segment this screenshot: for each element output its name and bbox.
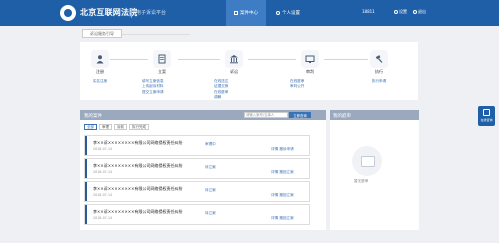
case-search-button[interactable]: 立即查询 — [289, 112, 311, 118]
settings-label: 设置 — [399, 9, 407, 14]
tab-personal-settings[interactable]: 个人设置 — [268, 0, 308, 26]
case-row[interactable]: 李××诉××××××××有限公司网络侵权责任纠纷 2018-07-14 待立案 … — [84, 181, 310, 202]
case-title[interactable]: 李××诉××××××××有限公司网络侵权责任纠纷 — [93, 209, 183, 215]
tab-personal-settings-label: 个人设置 — [282, 11, 300, 16]
step-title: 审判 — [306, 69, 314, 74]
guide-divider — [122, 33, 190, 35]
online-consult-button[interactable]: 在线咨询 — [478, 106, 495, 126]
litigation-flow: 注册 实名注册 立案 填写立案信息 上传起诉材料 提交立案申请 诉讼 在线送达 … — [80, 42, 418, 100]
case-row[interactable]: 李××诉××××××××有限公司网络侵权责任纠纷 2018-07-14 审理中 … — [84, 135, 310, 156]
step-trial[interactable]: 审判 在线庭审 审判公开 — [290, 50, 330, 90]
execution-icon — [370, 50, 388, 68]
account-name[interactable]: 18811 — [362, 9, 375, 14]
gear-icon — [394, 10, 398, 14]
consult-icon — [483, 109, 490, 116]
case-actions[interactable]: 详情 撤回立案 — [271, 193, 294, 198]
my-cases-panel: 我的案件 请输入案号/当事人 立即查询 全部 审理 诉前 执行完成 李××诉××… — [80, 110, 326, 230]
step-desc: 实名注册 — [92, 79, 108, 83]
filter-pretrial[interactable]: 诉前 — [114, 124, 127, 130]
online-consult-label: 在线咨询 — [480, 118, 493, 122]
case-center-icon — [234, 11, 238, 15]
case-actions[interactable]: 详情 撤回立案 — [271, 216, 294, 221]
hearings-header: 我的庭审 — [330, 110, 419, 120]
step-desc: 填写立案信息 上传起诉材料 提交立案申请 — [142, 79, 164, 94]
hearings-title: 我的庭审 — [333, 113, 351, 119]
court-name[interactable]: 北京互联网法院 — [80, 7, 137, 18]
step-execution[interactable]: 执行 执行申请 — [359, 50, 399, 84]
case-date: 2018-07-14 — [93, 216, 113, 220]
logout-link[interactable]: 退出 — [413, 9, 426, 15]
cases-title: 我的案件 — [84, 113, 102, 119]
step-title: 立案 — [158, 69, 166, 74]
step-title: 注册 — [96, 69, 104, 74]
settings-link[interactable]: 设置 — [394, 9, 407, 15]
case-title[interactable]: 李××诉××××××××有限公司网络侵权责任纠纷 — [93, 140, 183, 146]
case-actions[interactable]: 详情 撤回立案 — [271, 170, 294, 175]
top-bar: 北京互联网法院 电子诉讼平台 案件中心 个人设置 18811 设置 退出 — [0, 0, 499, 26]
power-icon — [413, 10, 417, 14]
case-row[interactable]: 李××诉××××××××有限公司网络侵权责任纠纷 2018-07-14 待立案 … — [84, 158, 310, 179]
trial-screen-icon — [301, 50, 319, 68]
case-status: 待立案 — [205, 188, 216, 192]
flow-connector — [248, 59, 296, 60]
case-title[interactable]: 李××诉××××××××有限公司网络侵权责任纠纷 — [93, 163, 183, 169]
case-search-input[interactable]: 请输入案号/当事人 — [244, 112, 288, 118]
case-date: 2018-07-14 — [93, 147, 113, 151]
logout-label: 退出 — [418, 9, 426, 14]
empty-state-text: 暂无庭审 — [354, 179, 369, 183]
case-status: 待立案 — [205, 165, 216, 169]
my-hearings-panel: 我的庭审 暂无庭审 — [330, 110, 419, 230]
empty-state-icon — [352, 146, 382, 176]
step-title: 诉讼 — [230, 69, 238, 74]
case-date: 2018-07-14 — [93, 170, 113, 174]
tab-case-center[interactable]: 案件中心 — [226, 0, 266, 26]
header-divider — [131, 8, 132, 18]
case-title[interactable]: 李××诉××××××××有限公司网络侵权责任纠纷 — [93, 186, 183, 192]
step-desc: 在线送达 证据交换 在线庭审 调解 — [214, 79, 229, 100]
filter-trial[interactable]: 审理 — [99, 124, 112, 130]
step-title: 执行 — [375, 69, 383, 74]
guide-tab[interactable]: 诉讼服务引导 — [82, 29, 122, 38]
step-desc: 在线庭审 审判公开 — [290, 79, 305, 89]
case-date: 2018-07-14 — [93, 193, 113, 197]
case-filter-row: 全部 审理 诉前 执行完成 — [84, 124, 151, 130]
case-actions[interactable]: 详情 撤诉申请 — [271, 147, 294, 152]
case-row[interactable]: 李××诉××××××××有限公司网络侵权责任纠纷 2018-07-14 待立案 … — [84, 204, 310, 225]
step-litigation[interactable]: 诉讼 在线送达 证据交换 在线庭审 调解 — [214, 50, 254, 101]
cases-header: 我的案件 请输入案号/当事人 立即查询 — [80, 110, 326, 120]
person-icon — [276, 11, 280, 15]
tab-case-center-label: 案件中心 — [240, 11, 258, 16]
filter-all[interactable]: 全部 — [84, 124, 97, 130]
step-register[interactable]: 注册 实名注册 — [80, 50, 120, 84]
court-emblem-icon[interactable] — [60, 5, 76, 21]
step-filing[interactable]: 立案 填写立案信息 上传起诉材料 提交立案申请 — [142, 50, 182, 95]
case-status: 待立案 — [205, 211, 216, 215]
platform-name: 电子诉讼平台 — [136, 10, 167, 16]
filing-document-icon — [153, 50, 171, 68]
filter-executed[interactable]: 执行完成 — [129, 124, 149, 130]
case-status: 审理中 — [205, 142, 216, 146]
courthouse-icon — [225, 50, 243, 68]
step-desc: 执行申请 — [371, 79, 387, 83]
user-register-icon — [91, 50, 109, 68]
